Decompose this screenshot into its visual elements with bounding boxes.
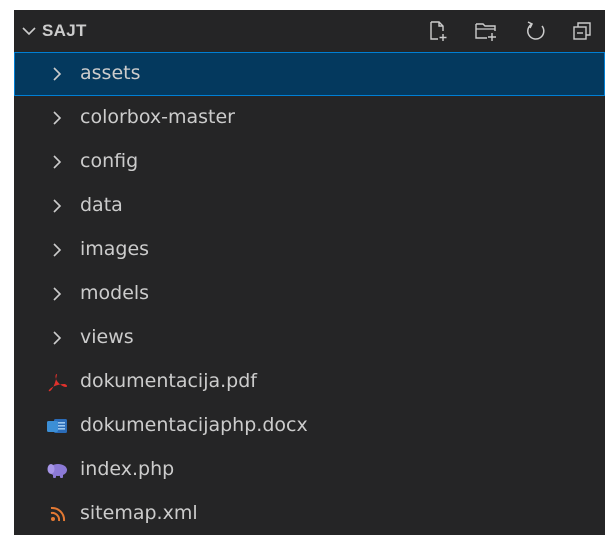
folder-label: colorbox-master [80, 106, 235, 128]
chevron-down-icon[interactable] [20, 22, 38, 40]
tree-folder-images[interactable]: images [14, 228, 605, 272]
collapse-all-icon[interactable] [570, 19, 594, 43]
top-cropped-area [0, 0, 605, 10]
folder-label: data [80, 194, 123, 216]
refresh-icon[interactable] [524, 19, 548, 43]
explorer-panel: SAJT assets colorbox-master config data … [14, 10, 605, 535]
chevron-right-icon [53, 67, 62, 81]
new-file-icon[interactable] [426, 19, 450, 43]
folder-label: images [80, 238, 150, 260]
tree-file-dokumentacijaphp-docx[interactable]: dokumentacijaphp.docx [14, 404, 605, 448]
chevron-right-icon [53, 111, 62, 125]
tree-folder-models[interactable]: models [14, 272, 605, 316]
file-label: dokumentacijaphp.docx [80, 414, 308, 436]
folder-label: models [80, 282, 150, 304]
tree-folder-data[interactable]: data [14, 184, 605, 228]
new-folder-icon[interactable] [474, 19, 498, 43]
tree-folder-config[interactable]: config [14, 140, 605, 184]
tree-folder-views[interactable]: views [14, 316, 605, 360]
explorer-section-header[interactable]: SAJT [14, 10, 605, 52]
php-icon [47, 464, 67, 478]
chevron-right-icon [53, 155, 62, 169]
chevron-right-icon [53, 243, 62, 257]
word-doc-icon [47, 419, 67, 433]
cropped-heading-fragment [150, 0, 159, 10]
workspace-title: SAJT [42, 21, 87, 40]
chevron-right-icon [53, 331, 62, 345]
folder-label: assets [80, 62, 141, 84]
tree-file-index-php[interactable]: index.php [14, 448, 605, 492]
chevron-right-icon [53, 287, 62, 301]
rss-xml-icon [50, 506, 66, 522]
folder-label: views [80, 326, 134, 348]
tree-folder-assets[interactable]: assets [14, 52, 605, 96]
file-label: sitemap.xml [80, 502, 198, 524]
tree-folder-colorbox-master[interactable]: colorbox-master [14, 96, 605, 140]
tree-file-sitemap-xml[interactable]: sitemap.xml [14, 492, 605, 535]
file-label: dokumentacija.pdf [80, 370, 257, 392]
folder-label: config [80, 150, 139, 172]
tree-file-dokumentacija-pdf[interactable]: dokumentacija.pdf [14, 360, 605, 404]
pdf-icon [48, 374, 68, 392]
chevron-right-icon [53, 199, 62, 213]
file-label: index.php [80, 458, 175, 480]
